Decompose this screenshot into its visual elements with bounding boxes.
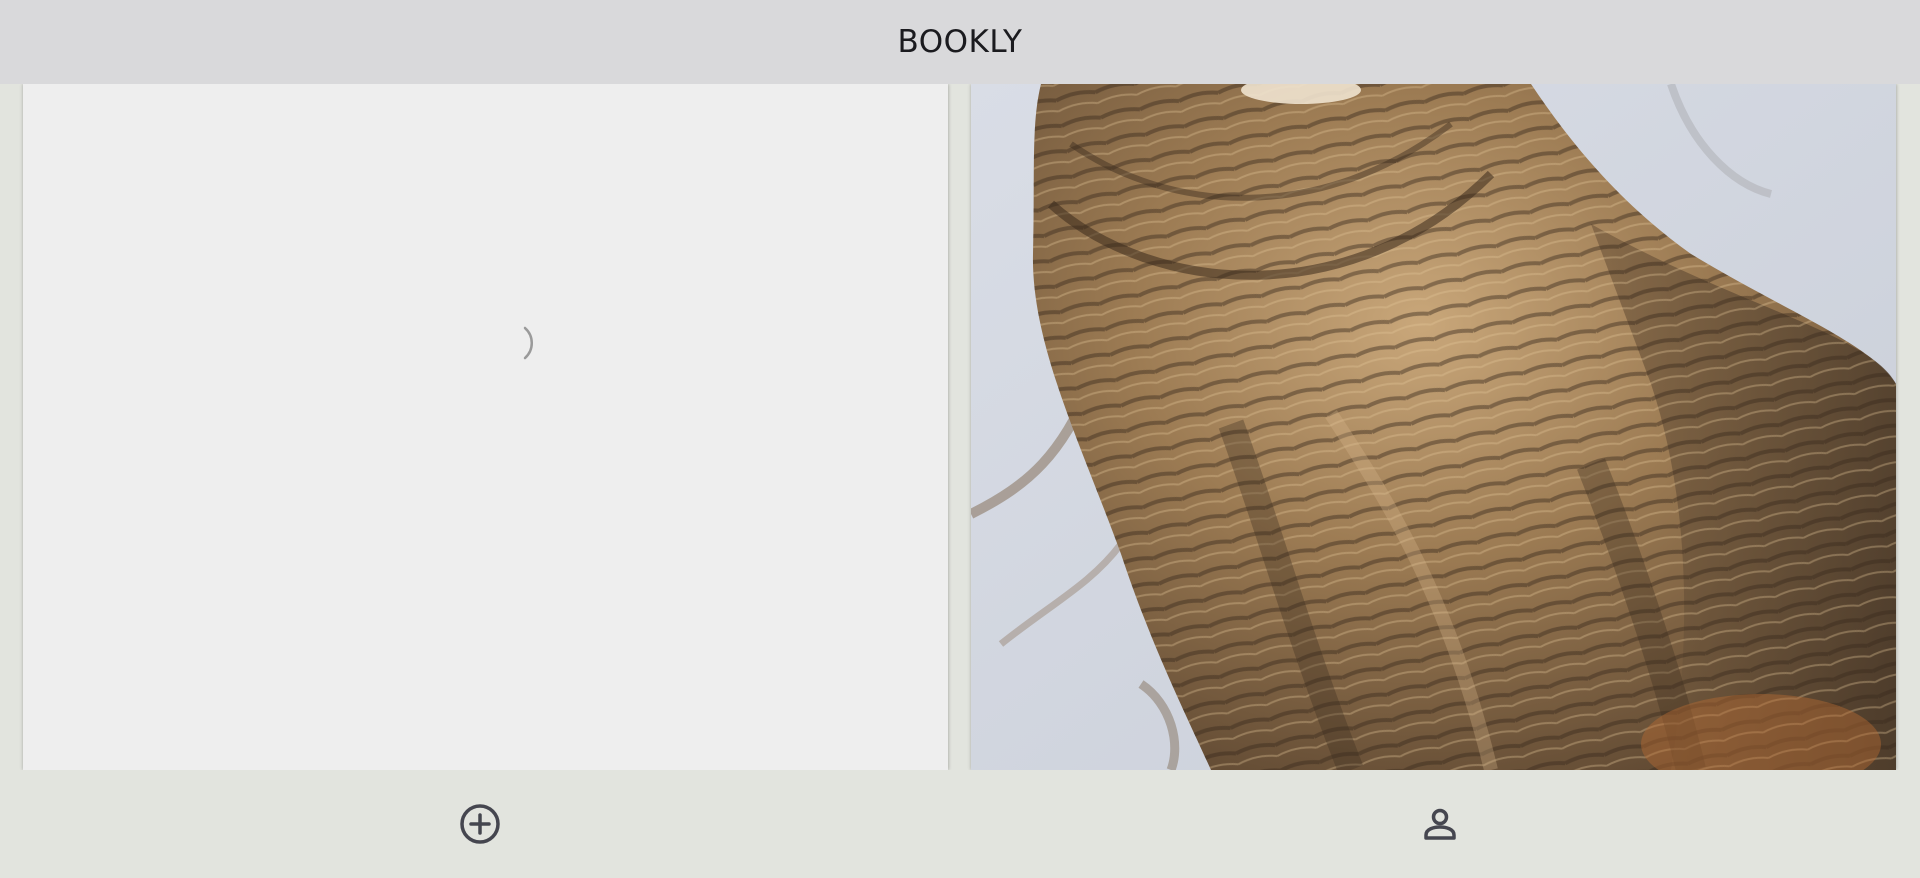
top-app-bar: BOOKLY xyxy=(0,0,1920,84)
feed-area[interactable] xyxy=(0,84,1920,770)
app-title: BOOKLY xyxy=(897,24,1023,60)
person-icon xyxy=(1420,804,1460,844)
feed-card-loading[interactable] xyxy=(23,84,948,770)
add-button[interactable] xyxy=(0,770,960,878)
feed-card-image[interactable] xyxy=(971,84,1896,770)
spinner-icon xyxy=(523,326,534,360)
profile-button[interactable] xyxy=(960,770,1920,878)
app-window: BOOKLY xyxy=(0,0,1920,878)
cat-photo xyxy=(971,84,1896,770)
bottom-navigation xyxy=(0,770,1920,878)
add-circle-icon xyxy=(458,802,502,846)
